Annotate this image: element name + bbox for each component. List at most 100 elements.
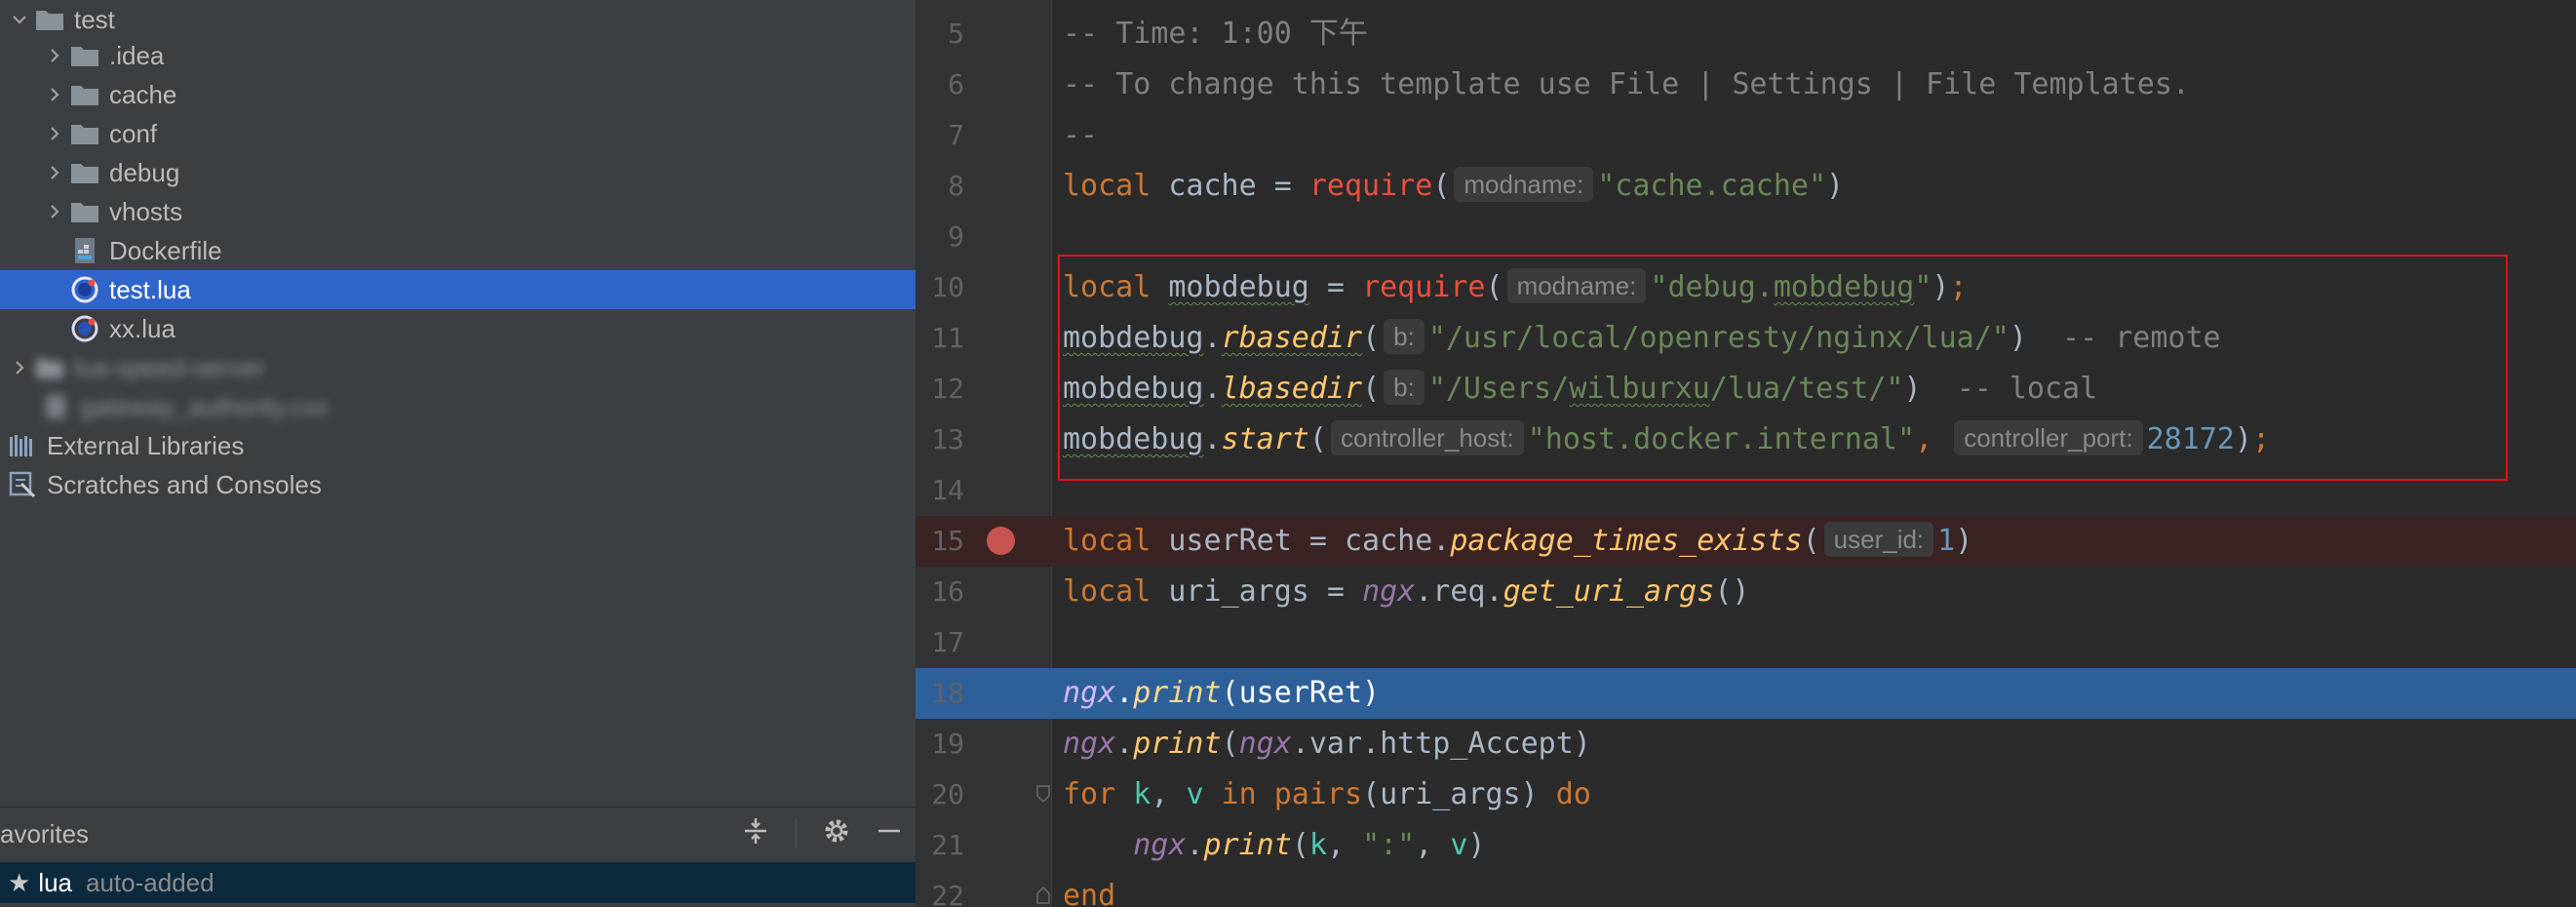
line-number: 19 [931,728,964,760]
tree-item-label: gateway_authority.cxx [80,391,330,421]
code-comment: -- To change this template use File | Se… [1063,67,2190,101]
lua-file-icon [68,270,101,309]
file-icon [39,387,72,426]
chevron-right-icon[interactable] [6,348,33,387]
chevron-right-icon[interactable] [41,192,68,231]
tree-item-xx-lua[interactable]: xx.lua [0,309,916,348]
tree-item-label: cache [109,79,177,109]
tree-item-blurred-file[interactable]: gateway_authority.cxx [0,387,916,426]
favorites-item-hint: auto-added [86,867,215,897]
code-line[interactable]: 19 ngx.print(ngx.var.http_Accept) [916,719,2576,769]
parameter-hint: controller_port: [1954,419,2143,455]
tree-item-label: vhosts [109,196,183,226]
code-line[interactable]: 20 for k, v in pairs(uri_args) do [916,769,2576,820]
code-line[interactable]: 16 local uri_args = ngx.req.get_uri_args… [916,567,2576,617]
tree-item-conf[interactable]: conf [0,114,916,153]
parameter-hint: b: [1384,318,1425,354]
line-number: 15 [931,525,964,557]
folder-icon [68,114,101,153]
code-string: ":" [1362,828,1416,862]
code-string: " [1914,270,1932,304]
tree-item-test-lua[interactable]: test.lua [0,270,916,309]
folder-icon [68,75,101,114]
chevron-right-icon[interactable] [41,36,68,75]
code-line[interactable]: 17 [916,617,2576,668]
code-line[interactable]: 5 -- Time: 1:00 下午 [916,9,2576,59]
line-number: 10 [931,271,964,303]
favorites-list-item[interactable]: ★ lua auto-added [0,862,916,903]
line-number: 6 [948,68,964,100]
code-string: "/usr/local/openresty/nginx/lua/" [1427,321,2010,355]
folder-icon [68,153,101,192]
favorites-title: avorites [0,818,90,848]
library-icon [6,426,39,465]
tree-item-label: test [74,4,115,34]
code-line[interactable]: 13 mobdebug.start(controller_host: "host.… [916,414,2576,465]
code-comment: -- Time: 1:00 下午 [1063,17,1368,51]
star-icon: ★ [8,867,31,897]
folder-icon [68,36,101,75]
code-number: 28172 [2146,422,2235,456]
code-line[interactable]: 8 local cache = require(modname: "cache.c… [916,161,2576,212]
tree-item-debug[interactable]: debug [0,153,916,192]
tree-item-vhosts[interactable]: vhosts [0,192,916,231]
chevron-right-icon[interactable] [41,75,68,114]
code-string: wilburxu [1569,372,1710,406]
line-number: 18 [931,677,964,709]
code-line[interactable]: 14 [916,465,2576,516]
parameter-hint: controller_host: [1330,419,1524,455]
parameter-hint: modname: [1454,166,1594,202]
chevron-right-icon[interactable] [41,153,68,192]
code-line[interactable]: 22 end [916,871,2576,907]
code-line[interactable]: 10 local mobdebug = require(modname: "deb… [916,262,2576,313]
chevron-down-icon[interactable] [6,0,33,39]
tree-item-label: Scratches and Consoles [47,469,322,499]
favorites-panel-header: avorites [0,807,916,860]
parameter-hint: b: [1384,369,1425,405]
code-string: "cache.cache" [1597,169,1827,203]
minimize-icon[interactable] [877,816,902,852]
tree-root-test[interactable]: test [0,0,916,39]
scratches-icon [6,465,39,504]
code-line-breakpoint[interactable]: 15 local userRet = cache.package_times_e… [916,516,2576,567]
toolbar-divider [796,819,797,848]
code-line-execution-point[interactable]: 18 ngx.print(userRet) [916,668,2576,719]
line-number: 20 [931,778,964,810]
code-line[interactable]: 6 -- To change this template use File | … [916,59,2576,110]
code-comment: -- remote [2062,321,2221,355]
tree-item-idea[interactable]: .idea [0,36,916,75]
line-number: 9 [948,220,964,253]
chevron-right-icon[interactable] [41,114,68,153]
line-number: 12 [931,373,964,405]
line-number: 11 [931,322,964,354]
tree-item-label: debug [109,157,180,187]
tree-item-dockerfile[interactable]: Dockerfile [0,231,916,270]
tree-item-label: conf [109,118,158,148]
code-editor[interactable]: 5 -- Time: 1:00 下午 6 -- To change this t… [916,0,2576,907]
code-line[interactable]: 21 ngx.print(k, ":", v) [916,820,2576,871]
line-number: 17 [931,626,964,658]
line-number: 7 [948,119,964,151]
line-number: 8 [948,170,964,202]
line-number: 13 [931,423,964,455]
code-line[interactable]: 12 mobdebug.lbasedir(b: "/Users/wilburxu/… [916,364,2576,414]
tree-item-external-libraries[interactable]: External Libraries [0,426,916,465]
code-line[interactable]: 9 [916,212,2576,262]
code-line[interactable]: 7 -- [916,110,2576,161]
fold-marker-icon[interactable] [1036,886,1050,904]
favorites-toolbar [741,808,902,860]
code-string: /lua/test/" [1709,372,1904,406]
tree-item-blurred-project[interactable]: lua-speed-server [0,348,916,387]
breakpoint-icon[interactable] [987,527,1015,555]
code-string: "host.docker.internal" [1527,422,1916,456]
gear-icon[interactable] [822,816,851,852]
code-string: "/Users/ [1427,372,1570,406]
code-line[interactable]: 11 mobdebug.rbasedir(b: "/usr/local/openr… [916,313,2576,364]
collapse-all-icon[interactable] [741,816,770,852]
favorites-item-name: lua [38,867,73,897]
parameter-hint: user_id: [1823,521,1934,557]
line-number: 21 [931,829,964,861]
tree-item-scratches[interactable]: Scratches and Consoles [0,465,916,504]
tree-item-cache[interactable]: cache [0,75,916,114]
fold-marker-icon[interactable] [1036,785,1050,804]
